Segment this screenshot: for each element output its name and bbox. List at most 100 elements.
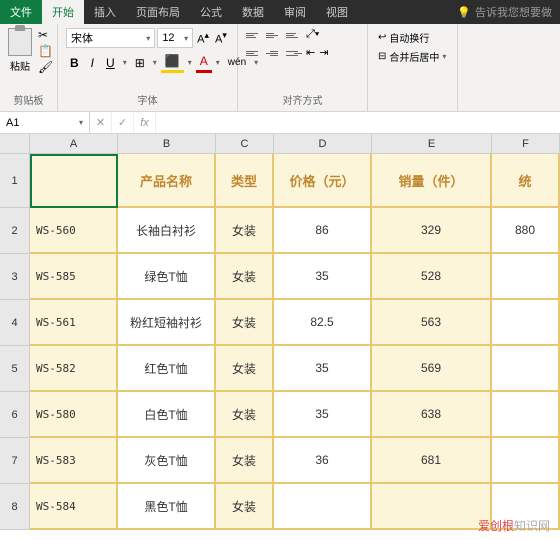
tab-insert[interactable]: 插入 xyxy=(84,0,126,24)
tab-review[interactable]: 审阅 xyxy=(274,0,316,24)
cell[interactable]: 灰色T恤 xyxy=(118,438,216,484)
cell[interactable]: 82.5 xyxy=(274,300,372,346)
cell[interactable] xyxy=(492,254,560,300)
cell[interactable] xyxy=(492,392,560,438)
cell[interactable]: 329 xyxy=(372,208,492,254)
cell[interactable] xyxy=(274,484,372,530)
confirm-formula-button[interactable]: ✓ xyxy=(112,112,134,133)
cell[interactable]: 681 xyxy=(372,438,492,484)
format-painter-icon[interactable]: 🖌 xyxy=(38,60,53,74)
cell[interactable]: 类型 xyxy=(216,154,274,208)
name-box[interactable]: A1 ▾ xyxy=(0,112,90,133)
cell[interactable]: 女装 xyxy=(216,484,274,530)
tab-home[interactable]: 开始 xyxy=(42,0,84,24)
col-header[interactable]: D xyxy=(274,134,372,154)
align-right-icon[interactable] xyxy=(286,46,302,60)
cell[interactable]: 黑色T恤 xyxy=(118,484,216,530)
tab-file[interactable]: 文件 xyxy=(0,0,42,24)
align-center-icon[interactable] xyxy=(266,46,282,60)
cut-icon[interactable]: ✂ xyxy=(38,28,53,42)
cell[interactable]: 产品名称 xyxy=(118,154,216,208)
cell[interactable]: 36 xyxy=(274,438,372,484)
fx-button[interactable]: fx xyxy=(134,112,156,133)
col-header[interactable]: B xyxy=(118,134,216,154)
tab-view[interactable]: 视图 xyxy=(316,0,358,24)
col-header[interactable]: A xyxy=(30,134,118,154)
underline-button[interactable]: U xyxy=(102,54,119,72)
row-header[interactable]: 8 xyxy=(0,484,30,530)
col-header[interactable]: E xyxy=(372,134,492,154)
increase-indent-icon[interactable]: ⇥ xyxy=(319,46,328,60)
cell[interactable]: 563 xyxy=(372,300,492,346)
fill-color-button[interactable]: ⬛ xyxy=(161,52,184,73)
align-left-icon[interactable] xyxy=(246,46,262,60)
select-all-corner[interactable] xyxy=(0,134,30,154)
cell[interactable]: 569 xyxy=(372,346,492,392)
cell[interactable] xyxy=(492,346,560,392)
font-size-select[interactable]: 12 ▾ xyxy=(157,28,193,48)
cell[interactable]: 528 xyxy=(372,254,492,300)
cell[interactable]: 长袖白衬衫 xyxy=(118,208,216,254)
cell[interactable]: 35 xyxy=(274,392,372,438)
row-header[interactable]: 4 xyxy=(0,300,30,346)
cell[interactable]: 880 xyxy=(492,208,560,254)
formula-input[interactable] xyxy=(156,112,560,133)
cell[interactable] xyxy=(30,154,118,208)
cell[interactable]: 统 xyxy=(492,154,560,208)
col-header[interactable]: C xyxy=(216,134,274,154)
row-header[interactable]: 6 xyxy=(0,392,30,438)
align-middle-icon[interactable] xyxy=(266,28,282,42)
cell[interactable] xyxy=(372,484,492,530)
cell[interactable]: WS-560 xyxy=(30,208,118,254)
cell[interactable]: WS-582 xyxy=(30,346,118,392)
cell[interactable]: 女装 xyxy=(216,300,274,346)
orientation-icon[interactable]: ⤢▾ xyxy=(306,28,319,42)
align-bottom-icon[interactable] xyxy=(286,28,302,42)
decrease-font-icon[interactable]: A▾ xyxy=(213,30,229,46)
italic-button[interactable]: I xyxy=(87,54,98,72)
increase-font-icon[interactable]: A▴ xyxy=(195,30,211,46)
cell[interactable]: 价格（元） xyxy=(274,154,372,208)
bold-button[interactable]: B xyxy=(66,54,83,72)
cell[interactable]: 86 xyxy=(274,208,372,254)
row-header[interactable]: 3 xyxy=(0,254,30,300)
cell[interactable] xyxy=(492,438,560,484)
tab-data[interactable]: 数据 xyxy=(232,0,274,24)
col-header[interactable]: F xyxy=(492,134,560,154)
cell[interactable]: 女装 xyxy=(216,208,274,254)
tab-layout[interactable]: 页面布局 xyxy=(126,0,190,24)
cell[interactable]: 红色T恤 xyxy=(118,346,216,392)
cell[interactable]: 女装 xyxy=(216,438,274,484)
tab-formulas[interactable]: 公式 xyxy=(190,0,232,24)
decrease-indent-icon[interactable]: ⇤ xyxy=(306,46,315,60)
cell[interactable]: 女装 xyxy=(216,346,274,392)
copy-icon[interactable]: 📋 xyxy=(38,44,53,58)
cell[interactable]: 638 xyxy=(372,392,492,438)
cell[interactable]: 35 xyxy=(274,346,372,392)
merge-center-button[interactable]: ⊟ 合并后居中 ▾ xyxy=(376,47,449,66)
row-header[interactable]: 2 xyxy=(0,208,30,254)
cell[interactable]: 女装 xyxy=(216,392,274,438)
cell[interactable]: 销量（件） xyxy=(372,154,492,208)
paste-button[interactable]: 粘贴 xyxy=(8,28,32,74)
cancel-formula-button[interactable]: ✕ xyxy=(90,112,112,133)
cell[interactable]: 女装 xyxy=(216,254,274,300)
row-header[interactable]: 7 xyxy=(0,438,30,484)
font-name-select[interactable]: 宋体 ▾ xyxy=(66,28,155,48)
cell[interactable]: WS-585 xyxy=(30,254,118,300)
align-top-icon[interactable] xyxy=(246,28,262,42)
cell[interactable] xyxy=(492,300,560,346)
cell[interactable]: 粉红短袖衬衫 xyxy=(118,300,216,346)
wrap-text-button[interactable]: ↩ 自动换行 xyxy=(376,28,449,47)
cell[interactable]: WS-583 xyxy=(30,438,118,484)
border-button[interactable]: ⊞ xyxy=(131,54,149,72)
cell[interactable]: WS-580 xyxy=(30,392,118,438)
cell[interactable]: WS-561 xyxy=(30,300,118,346)
cell[interactable]: 35 xyxy=(274,254,372,300)
row-header[interactable]: 1 xyxy=(0,154,30,208)
cell[interactable]: WS-584 xyxy=(30,484,118,530)
row-header[interactable]: 5 xyxy=(0,346,30,392)
tell-me-search[interactable]: 💡 告诉我您想要做 xyxy=(449,0,560,24)
cell[interactable]: 白色T恤 xyxy=(118,392,216,438)
font-color-button[interactable]: A xyxy=(196,52,212,73)
